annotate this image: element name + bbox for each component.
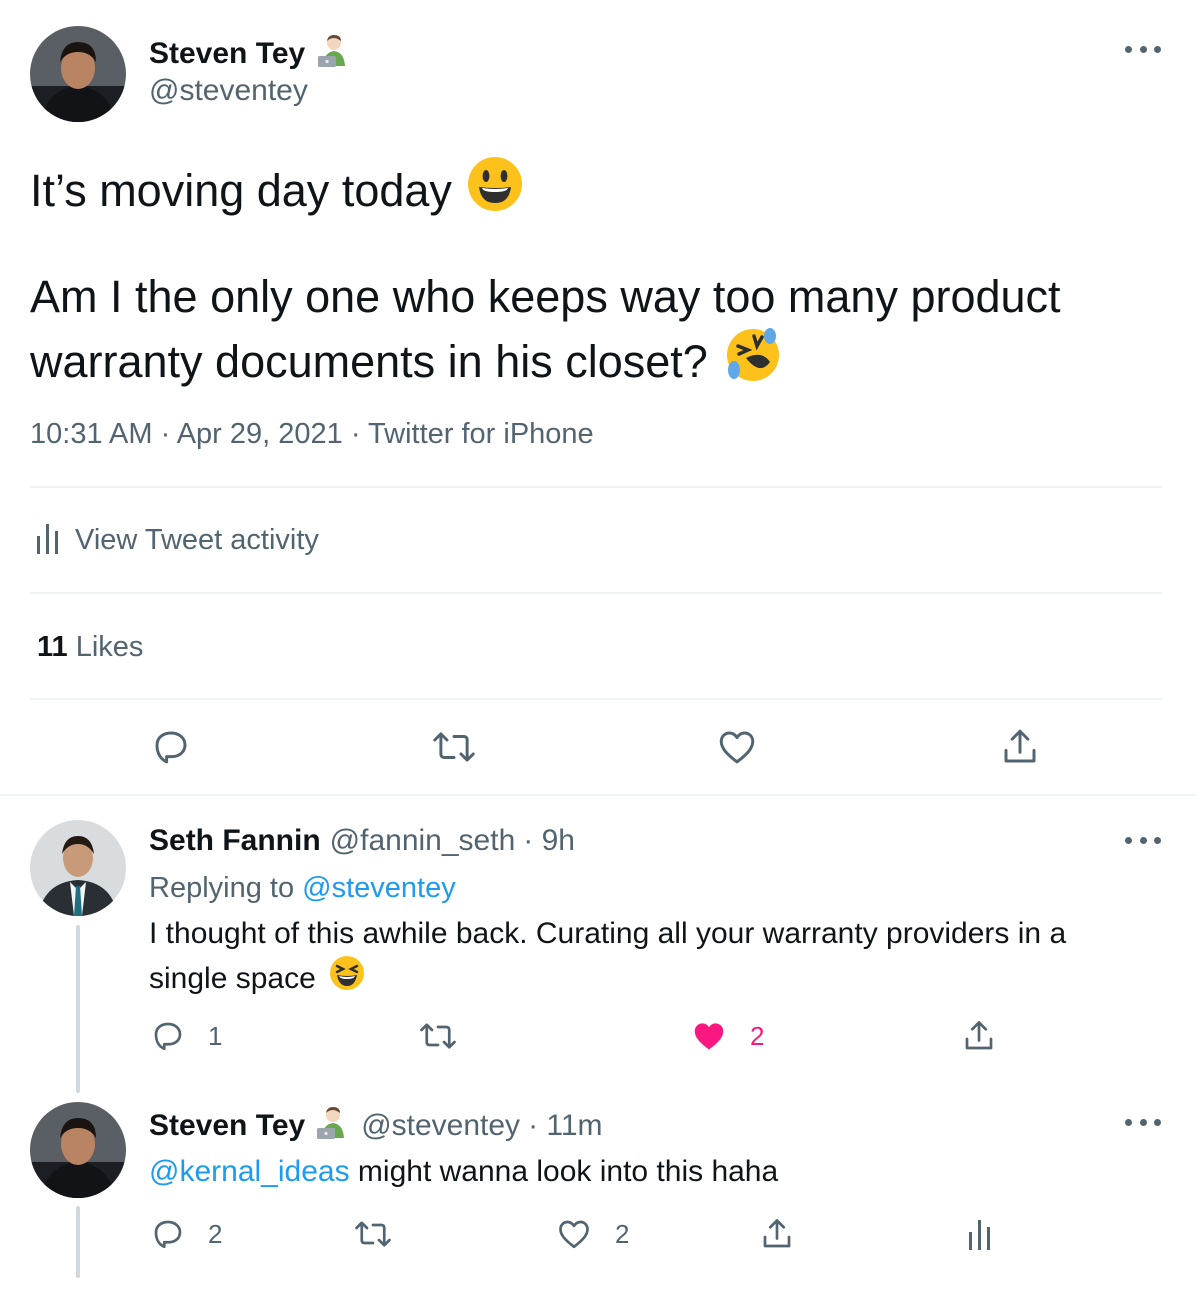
tweet-text-line: It’s moving day today xyxy=(30,165,452,216)
laughing-emoji xyxy=(328,954,366,1003)
share-button[interactable] xyxy=(759,1216,795,1252)
analytics-icon xyxy=(36,522,60,559)
retweet-button[interactable] xyxy=(431,726,477,768)
share-button[interactable] xyxy=(999,726,1041,768)
retweet-icon xyxy=(353,1216,393,1252)
view-activity-link[interactable]: View Tweet activity xyxy=(36,522,319,559)
reply-button[interactable]: 1 xyxy=(150,1018,222,1054)
retweet-button[interactable] xyxy=(353,1216,393,1252)
like-button[interactable]: 2 xyxy=(555,1216,629,1252)
like-icon xyxy=(690,1018,728,1054)
reply-time[interactable]: · 11m xyxy=(528,1109,602,1143)
rofl-emoji xyxy=(724,326,782,398)
share-icon xyxy=(759,1216,795,1252)
tweet-timestamp[interactable]: 10:31 AM · Apr 29, 2021 · Twitter for iP… xyxy=(30,418,594,451)
share-icon xyxy=(999,726,1041,768)
analytics-icon xyxy=(968,1218,992,1250)
divider xyxy=(30,592,1162,594)
like-count: 2 xyxy=(750,1020,765,1051)
replying-to-label: Replying to xyxy=(149,872,295,904)
share-icon xyxy=(961,1018,997,1054)
technologist-emoji xyxy=(314,1104,352,1147)
author-name[interactable]: Steven Tey xyxy=(149,37,305,71)
replying-to-handle[interactable]: @steventey xyxy=(302,872,456,904)
reply-count: 1 xyxy=(208,1020,223,1051)
reply-text: might wanna look into this haha xyxy=(349,1155,779,1188)
author-handle[interactable]: @fannin_seth xyxy=(330,824,516,858)
reply-icon xyxy=(150,726,192,768)
reply-text-line: I thought of this awhile back. Curating … xyxy=(149,917,1067,950)
like-icon xyxy=(555,1216,593,1252)
reply-count: 2 xyxy=(208,1218,223,1249)
author-handle[interactable]: @steventey xyxy=(361,1109,520,1143)
more-icon[interactable] xyxy=(1125,43,1161,55)
thread-line xyxy=(76,1206,80,1278)
avatar[interactable] xyxy=(30,26,126,122)
thread-line xyxy=(76,925,80,1093)
author-name[interactable]: Seth Fannin xyxy=(149,824,321,858)
reply-time[interactable]: · 9h xyxy=(523,824,575,858)
author-name[interactable]: Steven Tey xyxy=(149,1109,305,1143)
divider xyxy=(30,486,1162,488)
technologist-emoji xyxy=(315,32,353,75)
tweet-text-line: warranty documents in his closet? xyxy=(30,336,708,387)
view-activity-label: View Tweet activity xyxy=(75,524,319,556)
more-icon[interactable] xyxy=(1125,834,1161,846)
like-count: 2 xyxy=(615,1218,630,1249)
more-icon[interactable] xyxy=(1125,1116,1161,1128)
share-button[interactable] xyxy=(961,1018,997,1054)
retweet-button[interactable] xyxy=(418,1018,458,1054)
divider xyxy=(30,698,1162,700)
likes-stat[interactable]: 11 Likes xyxy=(37,631,143,664)
likes-count: 11 xyxy=(37,631,68,663)
avatar[interactable] xyxy=(30,1102,126,1198)
reply-text-line: single space xyxy=(149,961,316,995)
mention-link[interactable]: @kernal_ideas xyxy=(149,1155,350,1188)
like-button[interactable] xyxy=(715,726,759,768)
retweet-icon xyxy=(418,1018,458,1054)
smiley-emoji xyxy=(466,155,524,227)
likes-label: Likes xyxy=(75,631,144,663)
reply-icon xyxy=(150,1216,186,1252)
like-icon xyxy=(715,726,759,768)
reply-button[interactable] xyxy=(150,726,192,768)
reply-button[interactable]: 2 xyxy=(150,1216,222,1252)
retweet-icon xyxy=(431,726,477,768)
analytics-button[interactable] xyxy=(968,1218,992,1250)
author-handle[interactable]: @steventey xyxy=(149,74,308,108)
like-button[interactable]: 2 xyxy=(690,1018,764,1054)
reply-icon xyxy=(150,1018,186,1054)
avatar[interactable] xyxy=(30,820,126,916)
divider xyxy=(0,794,1196,796)
tweet-text-line: Am I the only one who keeps way too many… xyxy=(30,271,1061,322)
